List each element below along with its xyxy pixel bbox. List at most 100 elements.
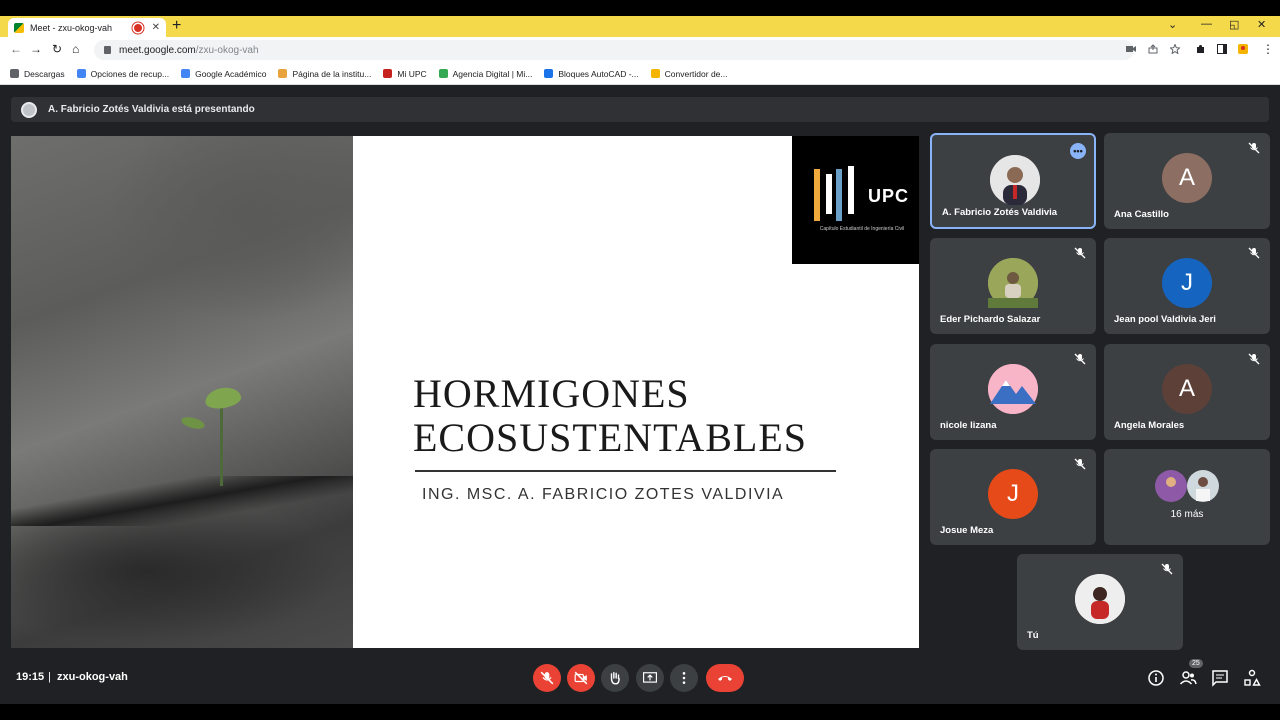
activities-icon[interactable] xyxy=(1243,669,1261,687)
home-icon[interactable]: ⌂ xyxy=(72,42,79,56)
participant-tile[interactable]: J Jean pool Valdivia Jeri xyxy=(1104,238,1270,334)
participant-name: Eder Pichardo Salazar xyxy=(940,314,1041,325)
mic-off-icon xyxy=(1248,247,1260,259)
slide-title-line: ECOSUSTENTABLES xyxy=(413,415,808,460)
back-icon[interactable]: ← xyxy=(10,42,22,56)
logo-text: UPC xyxy=(868,186,910,206)
bookmark-item[interactable]: Mi UPC xyxy=(383,68,427,79)
participant-tile[interactable]: A Angela Morales xyxy=(1104,344,1270,440)
participant-tile[interactable]: Eder Pichardo Salazar xyxy=(930,238,1096,334)
hangup-icon xyxy=(718,676,732,681)
browser-tab[interactable]: Meet - zxu-okog-vah ✕ xyxy=(8,18,166,37)
logo-bar-white xyxy=(848,166,854,214)
bookmark-item[interactable]: Opciones de recup... xyxy=(76,68,170,79)
meeting-controls-bar: 19:15 | zxu-okog-vah 25 xyxy=(0,656,1280,704)
camera-icon[interactable] xyxy=(1126,44,1136,54)
logo-bar-blue xyxy=(836,169,842,221)
pavement-crack xyxy=(11,476,353,526)
leave-call-button[interactable] xyxy=(706,664,744,692)
more-options-icon[interactable]: ••• xyxy=(1070,143,1086,159)
participant-tile[interactable]: ••• A. Fabricio Zotés Valdivia xyxy=(930,133,1096,229)
side-panel-icon[interactable] xyxy=(1217,44,1227,54)
tab-search-icon[interactable]: ⌄ xyxy=(1168,18,1177,31)
download-icon xyxy=(10,69,19,78)
bookmark-item[interactable]: Google Académico xyxy=(181,69,266,79)
bookmark-item[interactable]: Descargas xyxy=(10,69,65,79)
participant-tile[interactable]: nicole lizana xyxy=(930,344,1096,440)
profile-icon[interactable] xyxy=(1238,44,1248,54)
bookmark-label: Descargas xyxy=(24,68,65,79)
maximize-icon[interactable]: ◱ xyxy=(1229,18,1239,31)
info-icon[interactable] xyxy=(1147,669,1165,687)
avatar-stack-icon xyxy=(1155,470,1219,502)
menu-icon[interactable]: ⋮ xyxy=(1262,42,1274,56)
people-icon[interactable] xyxy=(1179,669,1197,687)
self-avatar xyxy=(1075,574,1125,624)
address-bar[interactable]: meet.google.com/zxu-okog-vah xyxy=(94,40,1134,60)
slide-title: HORMIGONES ECOSUSTENTABLES xyxy=(413,372,883,460)
more-options-button[interactable] xyxy=(670,664,698,692)
share-icon[interactable] xyxy=(1148,44,1158,54)
sprout-photo xyxy=(11,136,353,648)
upc-icon xyxy=(383,69,393,78)
separator: | xyxy=(48,671,51,683)
meet-favicon-icon xyxy=(14,22,24,33)
person-photo-icon xyxy=(990,155,1040,205)
presenter-avatar xyxy=(21,101,37,118)
more-participants-tile[interactable]: 16 más xyxy=(1104,449,1270,545)
participant-avatar: A xyxy=(1162,364,1212,414)
presenting-text: A. Fabricio Zotés Valdivia está presenta… xyxy=(48,104,255,115)
forward-icon[interactable]: → xyxy=(30,42,42,56)
present-screen-button[interactable] xyxy=(636,664,664,692)
star-icon[interactable] xyxy=(1170,44,1180,54)
reload-icon[interactable]: ↻ xyxy=(52,42,62,56)
bookmark-item[interactable]: Convertidor de... xyxy=(650,68,728,79)
url-path: /zxu-okog-vah xyxy=(195,44,259,56)
hand-icon xyxy=(610,672,620,685)
bookmark-item[interactable]: Página de la institu... xyxy=(278,69,371,79)
bookmark-item[interactable]: Agencia Digital | Mi... xyxy=(438,69,532,79)
extensions-icon[interactable] xyxy=(1196,44,1206,54)
participant-tile[interactable]: J Josue Meza xyxy=(930,449,1096,545)
bookmark-label: Google Académico xyxy=(195,68,267,79)
participant-name: Jean pool Valdivia Jeri xyxy=(1114,314,1216,325)
minimize-icon[interactable]: — xyxy=(1201,18,1212,30)
raise-hand-button[interactable] xyxy=(601,664,629,692)
participant-avatar xyxy=(990,155,1040,205)
mic-off-icon xyxy=(540,671,554,685)
participant-avatar xyxy=(988,364,1038,414)
diamond-icon xyxy=(438,69,448,78)
blocks-icon xyxy=(544,69,554,78)
sprout-stem xyxy=(220,406,223,486)
new-tab-button[interactable]: + xyxy=(172,17,181,35)
participant-name: A. Fabricio Zotés Valdivia xyxy=(942,207,1058,218)
camera-toggle-button[interactable] xyxy=(567,664,595,692)
close-tab-icon[interactable]: ✕ xyxy=(152,22,160,33)
meeting-code: zxu-okog-vah xyxy=(57,671,128,683)
tab-title: Meet - zxu-okog-vah xyxy=(30,22,113,33)
close-window-icon[interactable]: ✕ xyxy=(1257,18,1266,31)
bookmarks-bar: Descargas Opciones de recup... Google Ac… xyxy=(0,63,1280,85)
sprout-leaf xyxy=(180,415,206,431)
browser-window: Meet - zxu-okog-vah ✕ + ⌄ — ◱ ✕ ← → ↻ ⌂ … xyxy=(0,16,1280,704)
person-photo-icon xyxy=(988,258,1038,308)
sprout-leaf xyxy=(203,385,243,411)
chat-icon[interactable] xyxy=(1211,669,1229,687)
participant-avatar: J xyxy=(1162,258,1212,308)
slide-title-line: HORMIGONES xyxy=(413,371,690,416)
mic-toggle-button[interactable] xyxy=(533,664,561,692)
present-icon xyxy=(643,672,657,683)
logo-subtitle: Capítulo Estudiantil de Ingeniería Civil xyxy=(819,226,905,232)
presenting-bar: A. Fabricio Zotés Valdivia está presenta… xyxy=(11,97,1269,122)
check-icon xyxy=(650,69,660,78)
bookmark-item[interactable]: Bloques AutoCAD -... xyxy=(544,69,639,79)
bookmark-label: Convertidor de... xyxy=(664,68,728,79)
bookmark-label: Mi UPC xyxy=(397,68,427,79)
bookmark-label: Opciones de recup... xyxy=(90,68,170,79)
mountain-photo-icon xyxy=(988,364,1038,414)
participant-tile[interactable]: A Ana Castillo xyxy=(1104,133,1270,229)
participant-name: nicole lizana xyxy=(940,420,997,431)
people-count-badge: 25 xyxy=(1189,659,1203,668)
participant-avatar xyxy=(988,258,1038,308)
self-tile[interactable]: Tú xyxy=(1017,554,1183,650)
